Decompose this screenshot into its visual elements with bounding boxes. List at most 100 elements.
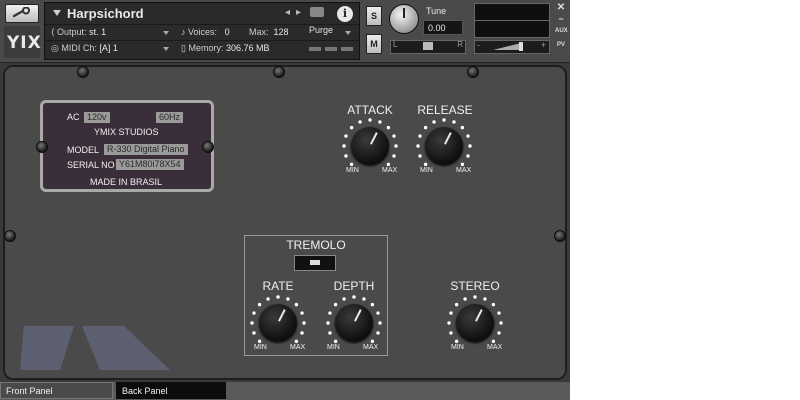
plugin-window: YIX Harpsichord ◂▸ i ⟨ Output: st. 1 ♪ V…	[0, 0, 570, 400]
knob-tick	[342, 297, 346, 301]
attack-min: MIN	[346, 167, 359, 174]
knob-tick	[463, 297, 467, 301]
knob-tick	[460, 162, 465, 167]
knob-tick	[416, 144, 420, 148]
release-label: RELEASE	[417, 103, 473, 117]
knob-tick	[328, 331, 332, 335]
voices-value: 0	[224, 27, 230, 37]
stereo-min: MIN	[451, 344, 464, 351]
pan-handle[interactable]	[423, 42, 433, 50]
settings-button[interactable]	[5, 4, 39, 23]
tremolo-label: TREMOLO	[286, 238, 346, 252]
solo-button[interactable]: S	[366, 6, 382, 26]
midi-row[interactable]: ◎ MIDI Ch: [A] 1	[51, 43, 118, 54]
knob-tick	[376, 311, 380, 315]
tune-knob[interactable]	[389, 4, 419, 34]
volume-slider[interactable]: - +	[474, 40, 550, 54]
serial-plate: AC 120v 60Hz YMIX STUDIOS MODEL R-330 Di…	[40, 100, 214, 192]
rate-label: RATE	[262, 279, 294, 293]
dropdown-icon[interactable]	[345, 31, 351, 35]
purge-button[interactable]: Purge	[309, 25, 333, 35]
knob-tick	[294, 339, 299, 344]
wrench-icon	[12, 7, 30, 18]
collapse-icon[interactable]	[53, 10, 61, 16]
knob-tick	[352, 295, 356, 299]
output-row[interactable]: ⟨ Output: st. 1	[51, 27, 106, 38]
pv-button[interactable]: PV	[555, 42, 567, 48]
instrument-info-panel: Harpsichord ◂▸ i ⟨ Output: st. 1 ♪ Voice…	[44, 2, 360, 60]
voltage-value: 120v	[84, 112, 110, 123]
knob-tick	[344, 154, 348, 158]
knob-indicator	[278, 309, 286, 322]
knob-tick	[491, 339, 496, 344]
pan-slider[interactable]: L R	[390, 40, 466, 54]
output-value: st. 1	[89, 27, 107, 37]
rate-min: MIN	[254, 344, 267, 351]
stereo-knob[interactable]	[456, 304, 494, 342]
voices-row: ♪ Voices: 0	[181, 27, 230, 37]
volume-handle[interactable]	[519, 42, 523, 51]
knob-tick	[302, 321, 306, 325]
rate-max: MAX	[290, 344, 306, 351]
camera-icon[interactable]	[310, 7, 324, 17]
tab-back-panel[interactable]: Back Panel	[116, 382, 226, 399]
minimize-icon[interactable]: −	[555, 14, 567, 24]
screw	[467, 66, 479, 78]
model-label: MODEL	[67, 145, 100, 155]
knob-tick	[454, 302, 459, 307]
dropdown-icon[interactable]	[163, 31, 169, 35]
knob-tick	[418, 134, 422, 138]
knob-tick	[473, 295, 477, 299]
meter-segment	[309, 47, 321, 51]
voices-label: Voices:	[188, 27, 218, 37]
volume-plus-label: +	[540, 40, 546, 50]
prev-next-icon[interactable]: ◂▸	[285, 7, 307, 18]
tremolo-switch[interactable]	[294, 255, 336, 271]
release-knob[interactable]	[425, 127, 463, 165]
depth-min: MIN	[327, 344, 340, 351]
knob-indicator	[370, 132, 378, 145]
knob-tick	[378, 120, 382, 124]
knob-tick	[454, 339, 459, 344]
dropdown-icon[interactable]	[163, 47, 169, 51]
knob-tick	[257, 302, 262, 307]
knob-tick	[276, 295, 280, 299]
panel-tabs: Front Panel Back Panel	[0, 382, 570, 400]
tab-front-panel[interactable]: Front Panel	[0, 382, 113, 399]
attack-knob[interactable]	[351, 127, 389, 165]
brand-logo: YIX	[4, 26, 41, 58]
knob-tick	[423, 162, 428, 167]
depth-knob[interactable]	[335, 304, 373, 342]
frequency-value: 60Hz	[156, 112, 184, 123]
close-icon[interactable]: ✕	[555, 2, 567, 13]
serial-label: SERIAL NO	[67, 160, 115, 170]
rate-knob[interactable]	[259, 304, 297, 342]
screw	[4, 230, 16, 242]
knob-tick	[432, 120, 436, 124]
knob-tick	[452, 120, 456, 124]
screw	[554, 230, 566, 242]
knob-tick	[491, 302, 496, 307]
info-icon[interactable]: i	[337, 6, 353, 22]
knob-tick	[378, 321, 382, 325]
made-in-label: MADE IN BRASIL	[90, 177, 163, 187]
meter-segment	[325, 47, 337, 51]
knob-tick	[468, 144, 472, 148]
knob-tick	[466, 154, 470, 158]
mute-button[interactable]: M	[366, 34, 382, 54]
midi-value: [A] 1	[99, 43, 118, 53]
max-voices[interactable]: Max: 128	[249, 27, 289, 37]
aux-button[interactable]: AUX	[555, 28, 568, 34]
pan-right-label: R	[457, 40, 463, 49]
knob-tick	[499, 321, 503, 325]
knob-tick	[252, 311, 256, 315]
knob-tick	[460, 125, 465, 130]
knob-tick	[423, 125, 428, 130]
level-meter-right	[474, 20, 550, 38]
max-label: Max:	[249, 27, 269, 37]
instrument-name[interactable]: Harpsichord	[67, 6, 144, 21]
tune-value[interactable]: 0.00	[423, 20, 463, 35]
knob-tick	[418, 154, 422, 158]
knob-tick	[266, 297, 270, 301]
knob-tick	[326, 321, 330, 325]
